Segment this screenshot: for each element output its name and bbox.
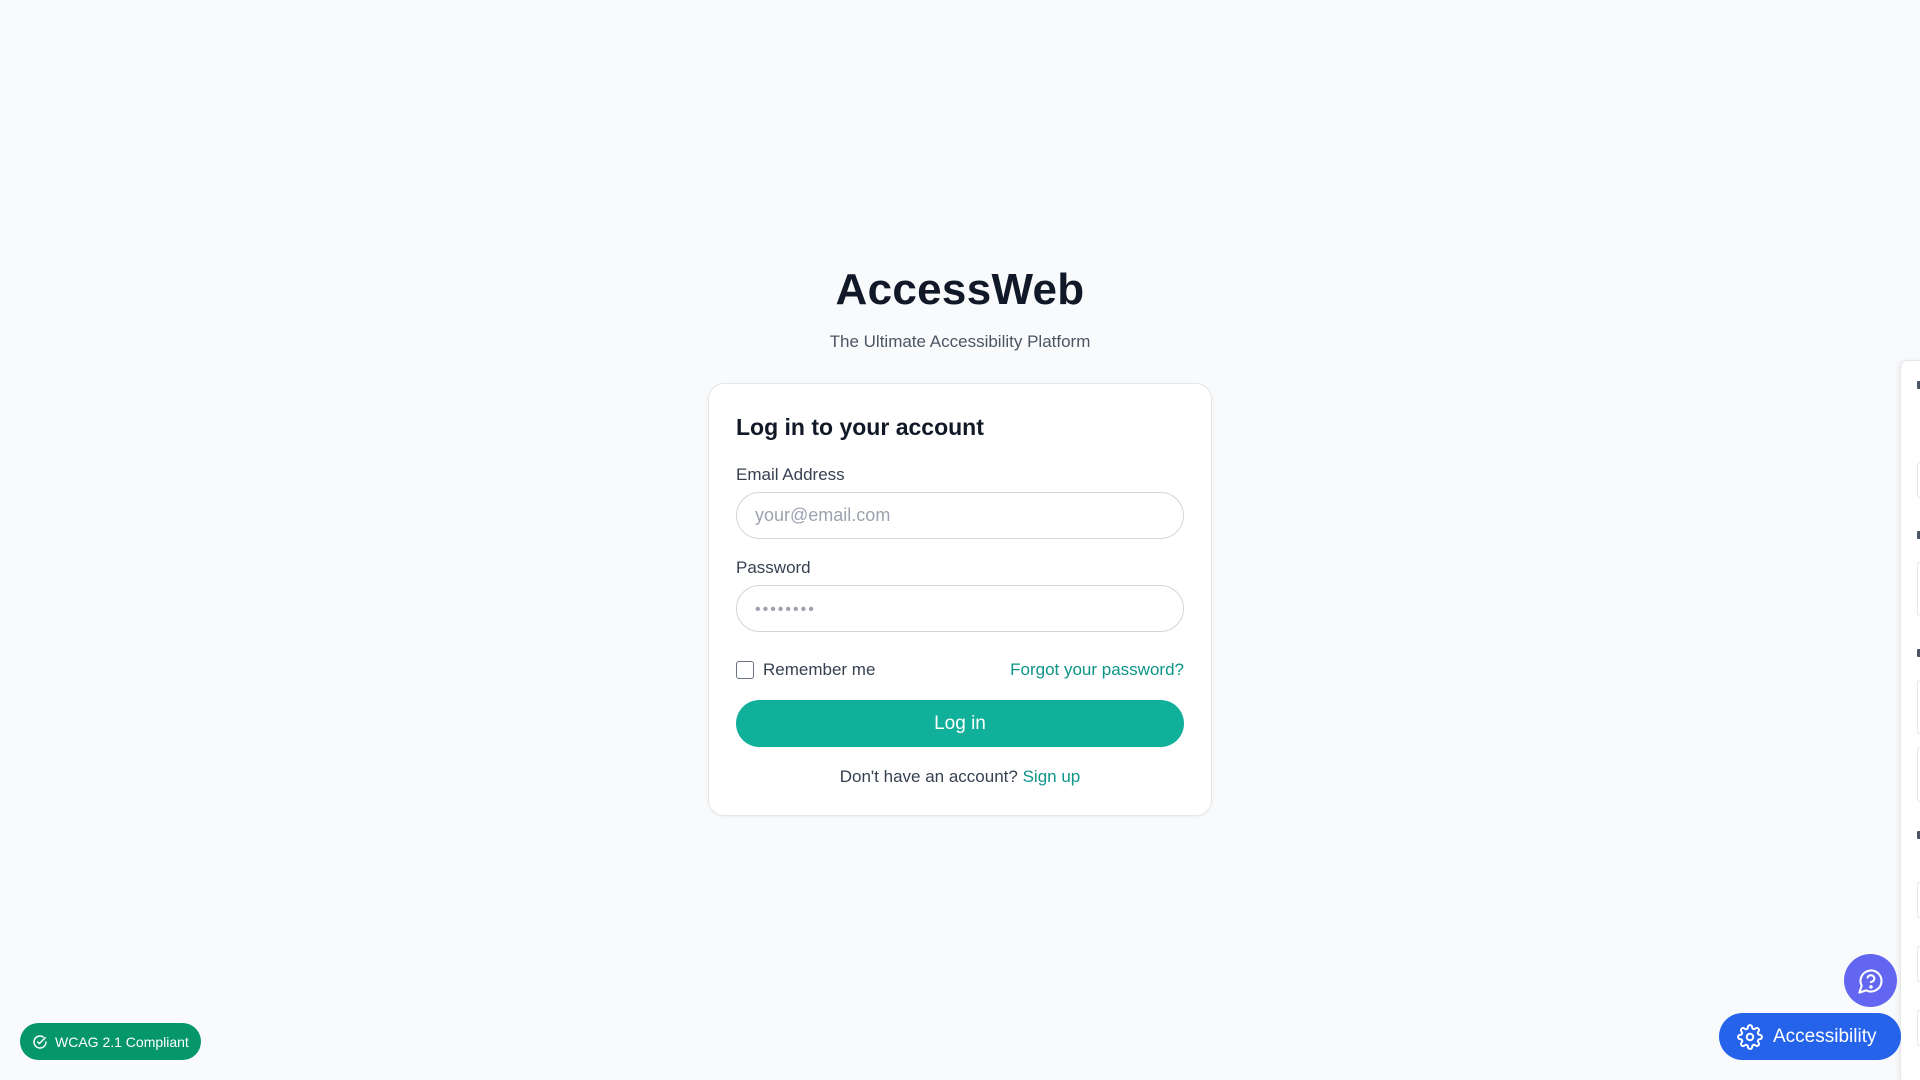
- email-label: Email Address: [736, 465, 845, 484]
- help-chat-button[interactable]: [1844, 954, 1897, 1007]
- login-heading: Log in to your account: [736, 414, 984, 440]
- check-circle-icon: [32, 1034, 48, 1050]
- chat-help-icon: [1857, 967, 1885, 995]
- wcag-badge-label: WCAG 2.1 Compliant: [55, 1033, 189, 1050]
- accessibility-button-label: Accessibility: [1773, 1025, 1877, 1047]
- signup-link[interactable]: Sign up: [1023, 767, 1081, 786]
- email-input[interactable]: [736, 492, 1184, 539]
- login-button[interactable]: Log in: [736, 700, 1184, 747]
- brand-title: AccessWeb: [835, 265, 1085, 314]
- password-label: Password: [736, 558, 811, 577]
- signup-line: Don't have an account? Sign up: [709, 767, 1211, 787]
- password-input[interactable]: [736, 585, 1184, 632]
- accessibility-button[interactable]: Accessibility: [1719, 1013, 1901, 1060]
- forgot-password-link[interactable]: Forgot your password?: [1010, 660, 1184, 680]
- gear-icon: [1737, 1023, 1763, 1050]
- accessibility-side-panel[interactable]: [1900, 360, 1920, 1080]
- remember-me-label[interactable]: Remember me: [763, 660, 875, 680]
- remember-me: Remember me: [736, 660, 875, 680]
- brand-header: AccessWeb The Ultimate Accessibility Pla…: [0, 264, 1920, 352]
- login-card: Log in to your account Email Address Pas…: [708, 383, 1212, 816]
- brand-subtitle: The Ultimate Accessibility Platform: [829, 332, 1091, 351]
- wcag-badge: WCAG 2.1 Compliant: [20, 1023, 201, 1060]
- remember-me-checkbox[interactable]: [736, 661, 754, 679]
- signup-prompt: Don't have an account?: [839, 767, 1018, 786]
